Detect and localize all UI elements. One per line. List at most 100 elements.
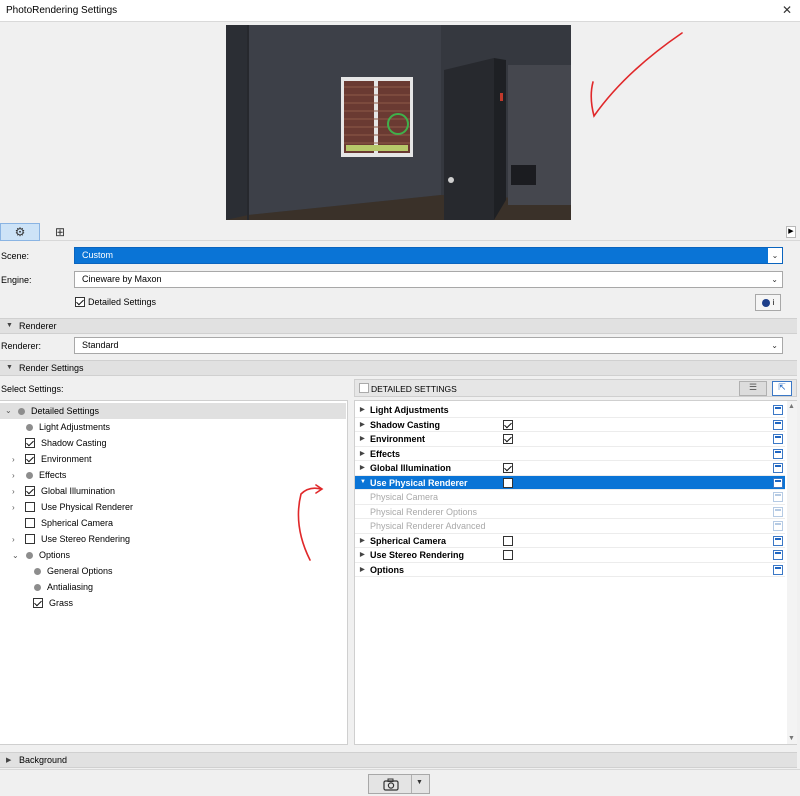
- detail-row-spherical-camera[interactable]: ▶ Spherical Camera: [355, 534, 785, 548]
- detail-row-label: Use Stereo Rendering: [370, 550, 465, 560]
- tree-item-shadow-casting[interactable]: Shadow Casting: [25, 435, 107, 451]
- checkbox[interactable]: [25, 438, 35, 448]
- tree-item-use-physical-renderer[interactable]: › Use Physical Renderer: [12, 499, 133, 515]
- favorite-settings-icon[interactable]: [773, 448, 783, 459]
- detail-row-use-stereo-rendering[interactable]: ▶ Use Stereo Rendering: [355, 548, 785, 563]
- chevron-right-icon[interactable]: ›: [12, 455, 25, 464]
- export-settings-icon[interactable]: ⇱: [772, 381, 792, 396]
- tab-settings[interactable]: ⚙: [0, 223, 40, 241]
- detail-row-global-illumination[interactable]: ▶ Global Illumination: [355, 461, 785, 476]
- tree-item-grass[interactable]: Grass: [33, 595, 73, 611]
- tree-item-detailed-settings[interactable]: ⌄ Detailed Settings: [0, 403, 346, 419]
- checkbox[interactable]: [503, 477, 513, 488]
- select-settings-label: Select Settings:: [1, 384, 64, 394]
- list-view-icon[interactable]: ☰: [739, 381, 767, 396]
- render-button[interactable]: ▼: [368, 774, 430, 794]
- detailed-settings-toggle[interactable]: Detailed Settings: [75, 297, 156, 307]
- detail-row-label: Effects: [370, 448, 401, 459]
- detail-row-light-adjustments[interactable]: ▶ Light Adjustments: [355, 403, 785, 418]
- expand-triangle-icon: ▶: [360, 465, 365, 471]
- tree-item-label: Effects: [39, 470, 67, 480]
- tree-item-effects[interactable]: › Effects: [12, 467, 66, 483]
- detail-row-physical-renderer-advanced[interactable]: Physical Renderer Advanced: [355, 519, 785, 534]
- close-icon[interactable]: ✕: [782, 3, 792, 17]
- preview-area: [0, 22, 800, 222]
- renderer-section-header[interactable]: ▼ Renderer: [0, 318, 797, 334]
- dropdown-arrow-icon[interactable]: ▼: [416, 779, 423, 786]
- tree-item-label: Light Adjustments: [39, 422, 111, 432]
- tree-item-antialiasing[interactable]: Antialiasing: [34, 579, 93, 595]
- favorite-settings-icon[interactable]: [773, 550, 783, 560]
- chevron-right-icon[interactable]: ›: [12, 471, 26, 480]
- chevron-right-icon[interactable]: ›: [12, 503, 25, 512]
- favorite-settings-icon[interactable]: [773, 506, 783, 517]
- expand-triangle-icon: ▶: [360, 552, 365, 558]
- button-divider: [411, 775, 412, 793]
- checkbox[interactable]: [25, 502, 35, 512]
- favorite-settings-icon[interactable]: [773, 564, 783, 575]
- render-preview-image: [226, 25, 571, 220]
- scene-select[interactable]: Custom ⌄: [74, 247, 783, 264]
- scroll-up-icon[interactable]: ▲: [788, 403, 795, 410]
- favorite-settings-icon[interactable]: [773, 521, 783, 531]
- expand-triangle-icon: ▶: [360, 537, 365, 544]
- tree-item-label: Global Illumination: [41, 486, 116, 496]
- detail-row-effects[interactable]: ▶ Effects: [355, 447, 785, 461]
- detail-row-physical-camera[interactable]: Physical Camera: [355, 490, 785, 505]
- vertical-scrollbar[interactable]: ▲ ▼: [787, 401, 797, 744]
- dot-icon: [26, 471, 33, 479]
- tree-item-use-stereo-rendering[interactable]: › Use Stereo Rendering: [12, 531, 130, 547]
- checkbox[interactable]: [503, 419, 513, 430]
- dot-icon: [34, 567, 41, 575]
- favorite-settings-icon[interactable]: [773, 405, 783, 415]
- tree-item-options[interactable]: ⌄ Options: [12, 547, 70, 563]
- detailed-settings-checkbox[interactable]: [75, 297, 85, 307]
- favorite-settings-icon[interactable]: [773, 535, 783, 546]
- checkbox[interactable]: [503, 535, 513, 546]
- chevron-down-icon: ⌄: [771, 275, 778, 284]
- chevron-right-icon[interactable]: ›: [12, 487, 25, 496]
- checkbox[interactable]: [25, 486, 35, 496]
- renderer-label: Renderer:: [1, 341, 42, 351]
- detail-row-label: Physical Renderer Options: [370, 506, 478, 517]
- favorite-settings-icon[interactable]: [773, 419, 783, 430]
- render-settings-section-header[interactable]: ▼ Render Settings: [0, 360, 797, 376]
- checkbox[interactable]: [25, 454, 35, 464]
- favorite-settings-icon[interactable]: [773, 463, 783, 473]
- tree-item-light-adjustments[interactable]: Light Adjustments: [26, 419, 110, 435]
- render-settings-title: Render Settings: [19, 363, 84, 373]
- detail-row-shadow-casting[interactable]: ▶ Shadow Casting: [355, 418, 785, 432]
- checkbox[interactable]: [25, 534, 35, 544]
- tree-item-spherical-camera[interactable]: Spherical Camera: [25, 515, 113, 531]
- detail-row-environment[interactable]: ▶ Environment: [355, 432, 785, 447]
- info-button[interactable]: i: [755, 294, 781, 311]
- expand-chevron-icon[interactable]: ⌄: [12, 551, 26, 560]
- tree-item-general-options[interactable]: General Options: [34, 563, 113, 579]
- expand-chevron-icon: ⌄: [5, 406, 12, 415]
- detailed-settings-header: DETAILED SETTINGS ☰ ⇱: [354, 379, 797, 397]
- detail-row-use-physical-renderer[interactable]: ▼ Use Physical Renderer: [355, 475, 785, 490]
- tree-item-environment[interactable]: › Environment: [12, 451, 92, 467]
- favorite-settings-icon[interactable]: [773, 434, 783, 444]
- scroll-right-icon[interactable]: ▶: [786, 226, 796, 238]
- checkbox[interactable]: [25, 518, 35, 528]
- engine-select[interactable]: Cineware by Maxon ⌄: [74, 271, 783, 288]
- title-bar: PhotoRendering Settings ✕: [0, 0, 800, 22]
- tab-layout[interactable]: ⊞: [40, 223, 80, 241]
- detail-row-label: Shadow Casting: [370, 419, 441, 430]
- chevron-right-icon[interactable]: ›: [12, 535, 25, 544]
- favorite-settings-icon[interactable]: [773, 492, 783, 502]
- detail-row-label: Physical Camera: [370, 492, 439, 502]
- detail-row-physical-renderer-options[interactable]: Physical Renderer Options: [355, 505, 785, 519]
- header-checkbox[interactable]: [359, 383, 369, 393]
- detail-row-options[interactable]: ▶ Options: [355, 563, 785, 577]
- background-section-header[interactable]: ▶ Background: [0, 752, 797, 768]
- checkbox[interactable]: [33, 598, 43, 608]
- checkbox[interactable]: [503, 463, 513, 473]
- tree-item-global-illumination[interactable]: › Global Illumination: [12, 483, 115, 499]
- checkbox[interactable]: [503, 434, 513, 444]
- renderer-select[interactable]: Standard ⌄: [74, 337, 783, 354]
- checkbox[interactable]: [503, 550, 513, 560]
- scroll-down-icon[interactable]: ▼: [788, 735, 795, 742]
- favorite-settings-icon[interactable]: [773, 477, 783, 488]
